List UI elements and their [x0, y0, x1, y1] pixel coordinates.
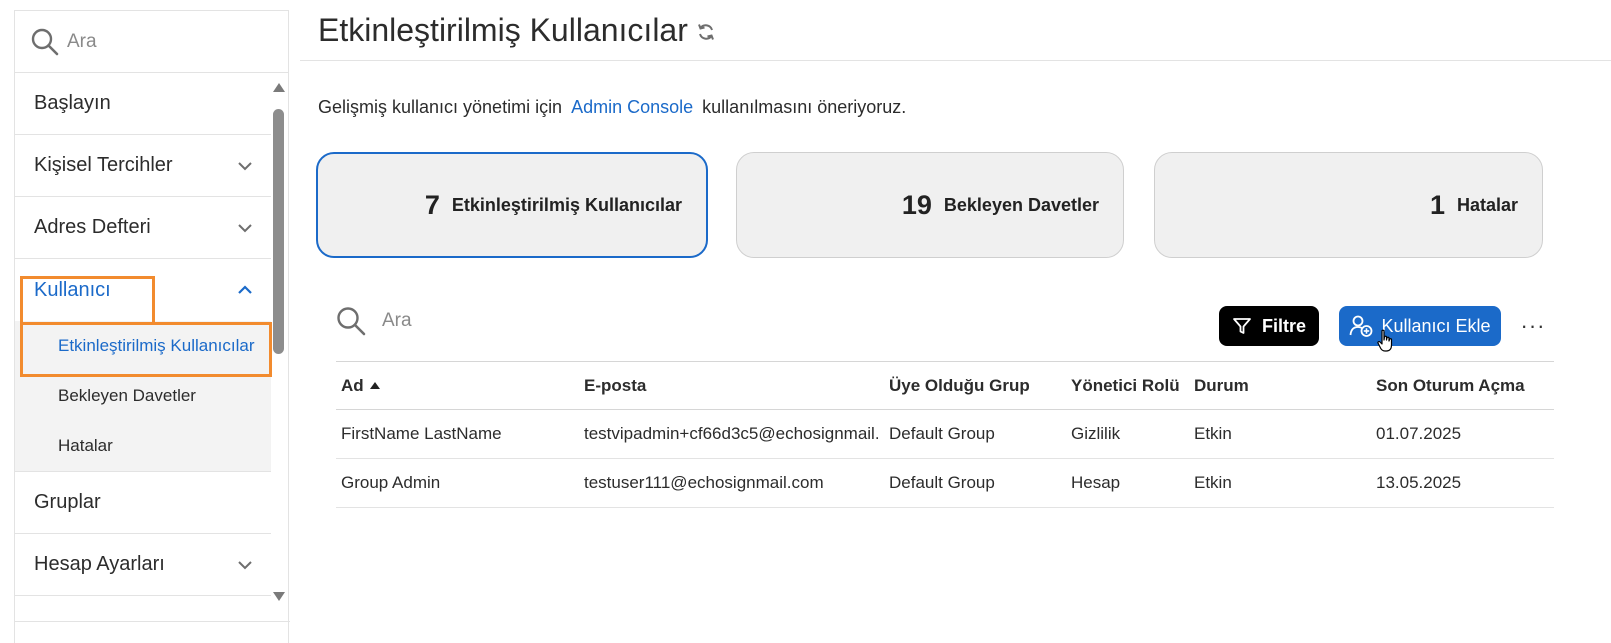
cell-role: Gizlilik [1071, 424, 1121, 443]
page-title: Etkinleştirilmiş Kullanıcılar [318, 11, 688, 48]
add-user-button-label: Kullanıcı Ekle [1381, 315, 1491, 336]
main-content: Etkinleştirilmiş Kullanıcılar Gelişmiş k… [300, 0, 1611, 643]
sort-ascending-icon [369, 382, 380, 389]
sidebar-subitem-label: Hatalar [58, 436, 113, 455]
column-header-ad[interactable]: Ad [341, 362, 571, 409]
search-icon [337, 307, 366, 336]
card-label: Hatalar [1456, 194, 1518, 215]
card-bekleyen[interactable]: 19 Bekleyen Davetler [736, 152, 1124, 258]
filter-icon [1233, 318, 1251, 334]
highlight-box-subitem [20, 322, 272, 377]
cell-group: Default Group [889, 473, 995, 492]
chevron-up-icon [238, 285, 252, 294]
admin-console-notice: Gelişmiş kullanıcı yönetimi için Admin C… [318, 97, 906, 118]
filter-button-label: Filtre [1261, 315, 1306, 336]
sidebar-item-label: Gruplar [34, 491, 101, 513]
cell-group: Default Group [889, 424, 995, 443]
users-table: Ad E-posta Üye Olduğu Grup Yönetici Rolü… [336, 361, 1554, 508]
card-label: Etkinleştirilmiş Kullanıcılar [451, 194, 682, 215]
scroll-down-arrow-icon[interactable] [273, 592, 285, 601]
more-options-icon[interactable]: ··· [1518, 306, 1548, 346]
card-etkinlestirilmis[interactable]: 7 Etkinleştirilmiş Kullanıcılar [316, 152, 708, 258]
scroll-thumb[interactable] [273, 109, 284, 354]
page-header: Etkinleştirilmiş Kullanıcılar [300, 0, 1611, 61]
refresh-icon[interactable] [696, 22, 716, 42]
sidebar-item-baslayin[interactable]: Başlayın [15, 73, 271, 135]
table-search [336, 306, 682, 336]
cell-role: Hesap [1071, 473, 1121, 492]
chevron-down-icon [238, 560, 252, 569]
add-user-button[interactable]: Kullanıcı Ekle [1339, 306, 1501, 346]
cell-status: Etkin [1194, 473, 1232, 492]
cell-status: Etkin [1194, 424, 1232, 443]
sidebar-item-hesap-ayarlari[interactable]: Hesap Ayarları [15, 534, 271, 596]
filter-button[interactable]: Filtre [1219, 306, 1319, 346]
column-header-durum[interactable]: Durum [1194, 362, 1369, 409]
search-icon [31, 28, 59, 55]
cell-last-login: 13.05.2025 [1376, 473, 1462, 492]
scroll-up-arrow-icon[interactable] [273, 83, 285, 92]
cell-name: FirstName LastName [341, 424, 502, 443]
sidebar-subitem-hatalar[interactable]: Hatalar [15, 421, 271, 471]
table-row[interactable]: Group Admin testuser111@echosignmail.com… [336, 459, 1554, 508]
cell-last-login: 01.07.2025 [1376, 424, 1462, 443]
chevron-down-icon [238, 223, 252, 232]
card-count: 19 [901, 189, 932, 220]
chevron-down-icon [238, 161, 252, 170]
table-toolbar: Filtre Kullanıcı Ekle ··· [336, 304, 1554, 352]
column-header-rol[interactable]: Yönetici Rolü [1071, 362, 1191, 409]
table-header-row: Ad E-posta Üye Olduğu Grup Yönetici Rolü… [336, 361, 1554, 410]
hand-cursor-icon [1377, 329, 1393, 352]
column-header-son-oturum[interactable]: Son Oturum Açma [1376, 362, 1554, 409]
sidebar-item-label: Adres Defteri [34, 216, 151, 238]
cell-email: testvipadmin+cf66d3c5@echosignmail.... [584, 424, 878, 443]
sidebar-item-gruplar[interactable]: Gruplar [15, 472, 271, 534]
column-header-eposta[interactable]: E-posta [584, 362, 878, 409]
sidebar-item-label: Hesap Ayarları [34, 553, 165, 575]
add-user-icon [1350, 315, 1373, 337]
sidebar-footer-divider [15, 621, 290, 622]
sidebar-item-adres-defteri[interactable]: Adres Defteri [15, 197, 271, 259]
column-header-grup[interactable]: Üye Olduğu Grup [889, 362, 1064, 409]
sidebar-subitem-bekleyen[interactable]: Bekleyen Davetler [15, 371, 271, 421]
sidebar-item-kisisel-tercihler[interactable]: Kişisel Tercihler [15, 135, 271, 197]
admin-console-link[interactable]: Admin Console [571, 97, 693, 117]
sidebar-subitem-label: Bekleyen Davetler [58, 386, 196, 405]
sidebar-item-label: Başlayın [34, 92, 111, 114]
card-label: Bekleyen Davetler [943, 194, 1099, 215]
notice-prefix: Gelişmiş kullanıcı yönetimi için [318, 97, 563, 117]
cell-name: Group Admin [341, 473, 441, 492]
sidebar-search-input[interactable] [67, 30, 267, 53]
column-header-label: Ad [341, 375, 364, 395]
notice-suffix: kullanılmasını öneriyoruz. [702, 97, 907, 117]
sidebar-scrollbar[interactable] [271, 81, 288, 601]
table-search-input[interactable] [382, 310, 682, 332]
sidebar: Başlayın Kişisel Tercihler Adres Defteri… [14, 10, 290, 643]
sidebar-search [15, 11, 288, 73]
card-hatalar[interactable]: 1 Hatalar [1154, 152, 1543, 258]
cell-email: testuser111@echosignmail.com [584, 473, 824, 492]
card-count: 1 [1429, 189, 1445, 220]
sidebar-item-label: Kişisel Tercihler [34, 154, 173, 176]
table-row[interactable]: FirstName LastName testvipadmin+cf66d3c5… [336, 410, 1554, 459]
card-count: 7 [424, 189, 440, 220]
highlight-box-kullanici [20, 276, 155, 325]
